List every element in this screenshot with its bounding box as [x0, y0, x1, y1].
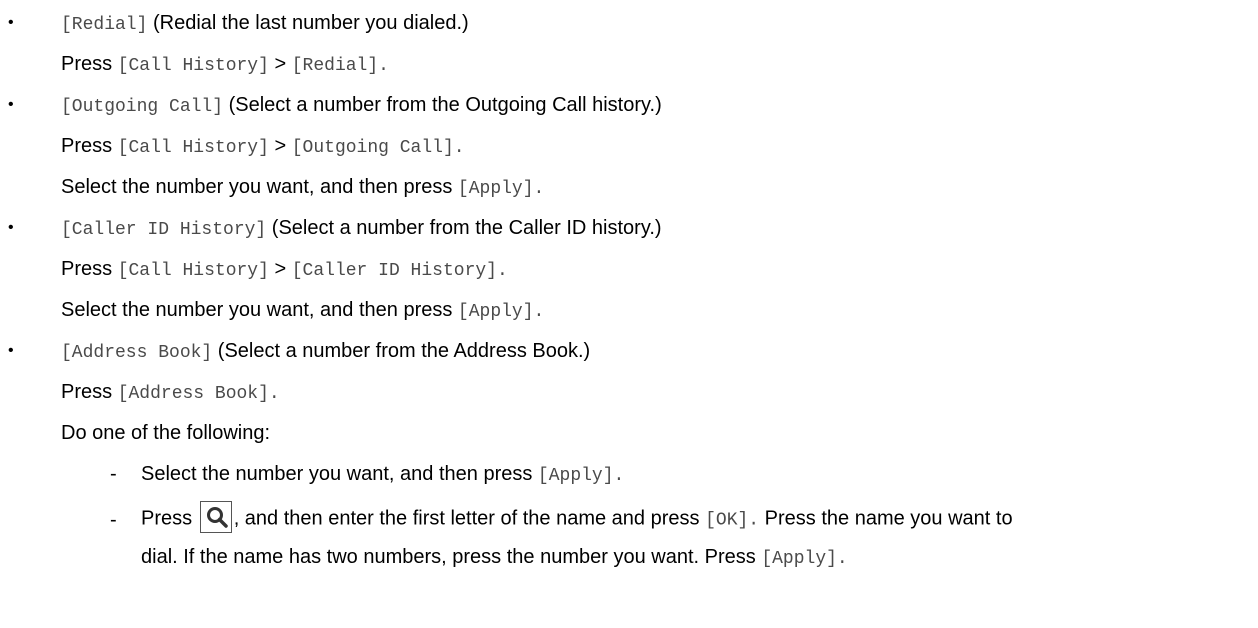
option-label: [Redial] [61, 15, 148, 35]
after-ok-text: Press the name you want to [764, 507, 1013, 530]
ok-label: [OK]. [705, 510, 760, 531]
apply-label: [Apply]. [457, 302, 545, 322]
apply-label: [Apply]. [457, 179, 545, 199]
after-icon-text: , and then enter the first letter of the… [233, 507, 700, 530]
select-instruction: Select the number you want, and then pre… [61, 298, 544, 324]
instruction-line: Press [Call History] > [Caller ID Histor… [61, 257, 508, 283]
dash: - [110, 509, 117, 531]
instruction-line: Press [Call History] > [Outgoing Call]. [61, 134, 465, 160]
press-word: Press [61, 135, 113, 157]
menu-path-address-book: [Address Book]. [117, 384, 280, 404]
do-one-of-following: Do one of the following: [61, 422, 271, 444]
arrow: > [274, 258, 287, 280]
bullet: • [8, 342, 14, 359]
apply-label: [Apply]. [761, 549, 848, 569]
arrow: > [274, 135, 287, 157]
apply-label: [Apply]. [537, 466, 625, 486]
menu-path-caller-id-history: [Caller ID History]. [291, 261, 508, 281]
press-word: Press [61, 381, 113, 403]
dash: - [110, 463, 117, 485]
option-description: (Select a number from the Caller ID hist… [271, 217, 662, 239]
option-description: (Redial the last number you dialed.) [152, 12, 469, 34]
search-icon [199, 501, 232, 533]
press-word: Press [61, 258, 113, 280]
instruction-line: Press [Address Book]. [61, 380, 280, 406]
sub-list-item-continuation: dial. If the name has two numbers, press… [141, 545, 848, 571]
select-text: Select the number you want, and then pre… [61, 299, 453, 321]
option-description: (Select a number from the Address Book.) [217, 340, 591, 362]
bullet: • [8, 96, 14, 113]
option-description: (Select a number from the Outgoing Call … [228, 94, 662, 116]
dial-text: dial. If the name has two numbers, press… [141, 546, 756, 568]
bullet: • [8, 14, 14, 31]
select-instruction: Select the number you want, and then pre… [61, 175, 544, 201]
select-text: Select the number you want, and then pre… [61, 176, 453, 198]
menu-path-outgoing-call: [Outgoing Call]. [291, 138, 465, 158]
select-text: Select the number you want, and then pre… [141, 463, 533, 485]
option-label: [Address Book] [61, 343, 213, 363]
option-label: [Caller ID History] [61, 220, 267, 240]
instruction-line: Press [Call History] > [Redial]. [61, 52, 389, 78]
press-word: Press [61, 53, 113, 75]
menu-path-call-history: [Call History] [117, 56, 269, 76]
menu-path-call-history: [Call History] [117, 261, 269, 281]
option-label: [Outgoing Call] [61, 97, 224, 117]
menu-path-redial: [Redial]. [291, 56, 389, 76]
arrow: > [274, 53, 287, 75]
menu-path-call-history: [Call History] [117, 138, 269, 158]
press-word: Press [141, 507, 193, 530]
bullet: • [8, 219, 14, 236]
